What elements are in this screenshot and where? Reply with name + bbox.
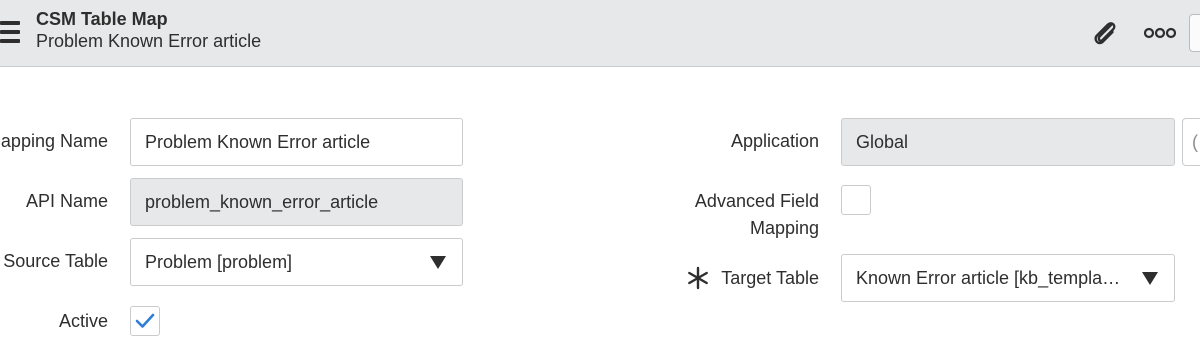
target-table-value: Known Error article [kb_templa… <box>856 267 1121 288</box>
source-table-select[interactable]: Problem [problem] <box>130 238 463 286</box>
advanced-field-mapping-label-line2: Mapping <box>749 218 819 238</box>
form-title: CSM Table Map <box>36 9 168 29</box>
hamburger-menu-icon[interactable] <box>0 20 20 44</box>
form-header: CSM Table Map Problem Known Error articl… <box>0 0 1200 67</box>
api-name-field: problem_known_error_article <box>130 178 463 226</box>
advanced-field-mapping-label-line1: Advanced Field <box>694 191 819 211</box>
advanced-field-mapping-checkbox[interactable] <box>841 185 871 215</box>
mapping-name-input[interactable]: Problem Known Error article <box>130 118 463 166</box>
source-table-label: Source Table <box>3 251 108 271</box>
dropdown-arrow-icon <box>430 256 446 269</box>
paperclip-icon[interactable] <box>1088 16 1122 50</box>
header-action-button[interactable] <box>1189 14 1200 52</box>
active-checkbox[interactable] <box>130 306 160 336</box>
dropdown-arrow-icon <box>1142 272 1158 285</box>
checkmark-icon <box>135 313 155 328</box>
api-name-label: API Name <box>25 191 108 211</box>
application-field: Global <box>841 118 1175 166</box>
active-label: Active <box>58 311 108 331</box>
source-table-value: Problem [problem] <box>145 251 293 272</box>
record-display-name: Problem Known Error article <box>36 31 262 51</box>
application-edge-button[interactable]: ( <box>1182 118 1200 166</box>
mapping-name-label: apping Name <box>0 131 108 151</box>
target-table-label: Target Table <box>721 268 819 288</box>
target-table-select[interactable]: Known Error article [kb_templa… <box>841 254 1175 302</box>
required-asterisk-icon <box>686 266 710 290</box>
application-label: Application <box>730 131 819 151</box>
more-options-icon[interactable] <box>1143 22 1177 44</box>
